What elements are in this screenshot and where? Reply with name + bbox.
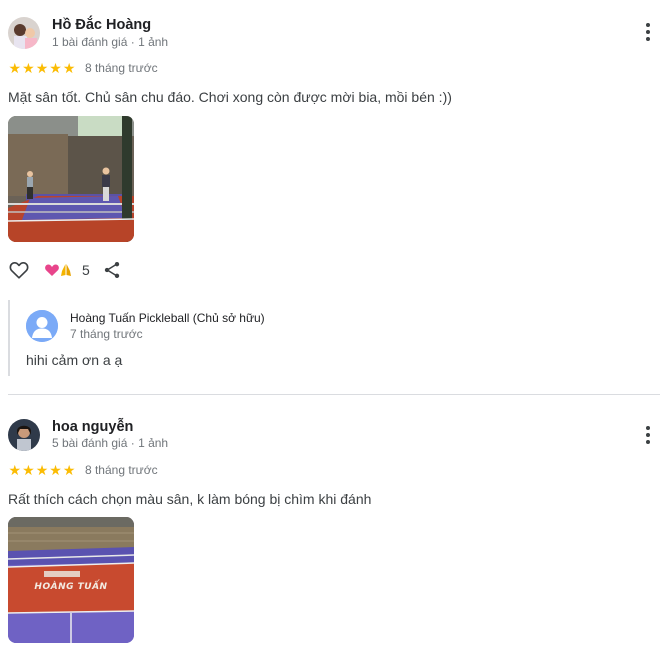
reviewer-name[interactable]: Hồ Đắc Hoàng: [52, 17, 151, 33]
review-time: 8 tháng trước: [84, 463, 158, 477]
like-button[interactable]: [8, 259, 30, 281]
review-card: Hồ Đắc Hoàng 1 bài đánh giá · 1 ảnh ★ ★ …: [0, 0, 665, 390]
more-options-button[interactable]: [640, 23, 656, 43]
star-icon: ★: [62, 462, 76, 478]
review-time: 8 tháng trước: [84, 61, 158, 75]
share-icon: [104, 262, 119, 278]
star-icon: ★: [8, 462, 22, 478]
owner-reply: Hoàng Tuấn Pickleball (Chủ sở hữu) 7 thá…: [8, 300, 608, 376]
more-options-button[interactable]: [640, 426, 656, 446]
review-actions: 5: [8, 258, 122, 282]
star-icon: ★: [22, 462, 35, 478]
star-icon: ★: [62, 60, 76, 76]
star-icon: ★: [22, 60, 35, 76]
share-button[interactable]: [102, 260, 122, 280]
rating-row: ★ ★ ★ ★ ★ 8 tháng trước: [8, 60, 158, 76]
review-photo[interactable]: [8, 116, 134, 242]
review-card: hoa nguyễn 5 bài đánh giá · 1 ảnh ★ ★ ★ …: [0, 400, 665, 650]
reviewer-avatar[interactable]: [8, 17, 40, 49]
reactions-summary[interactable]: 5: [44, 262, 90, 278]
reply-text: hihi cảm ơn a ạ: [26, 352, 123, 368]
reviewer-meta: 1 bài đánh giá · 1 ảnh: [52, 35, 169, 49]
reviewer-name[interactable]: hoa nguyễn: [52, 419, 133, 435]
court-banner-text: HOÀNG TUẤN: [34, 582, 108, 592]
review-text: Mặt sân tốt. Chủ sân chu đáo. Chơi xong …: [8, 89, 452, 105]
pray-react-icon: [61, 264, 71, 276]
more-vert-icon: [646, 23, 650, 27]
reviewer-avatar[interactable]: [8, 419, 40, 451]
star-rating: ★ ★ ★ ★ ★: [8, 61, 76, 75]
review-photo[interactable]: HOÀNG TUẤN: [8, 517, 134, 643]
star-rating: ★ ★ ★ ★ ★: [8, 463, 76, 477]
star-icon: ★: [35, 60, 49, 76]
star-icon: ★: [35, 462, 49, 478]
reaction-count: 5: [82, 262, 90, 278]
reply-time: 7 tháng trước: [70, 327, 143, 341]
star-icon: ★: [49, 60, 62, 76]
heart-outline-icon: [9, 262, 29, 279]
review-text: Rất thích cách chọn màu sân, k làm bóng …: [8, 491, 372, 507]
divider: [8, 394, 660, 395]
reviewer-meta: 5 bài đánh giá · 1 ảnh: [52, 436, 169, 450]
owner-avatar[interactable]: [26, 310, 58, 342]
owner-name[interactable]: Hoàng Tuấn Pickleball (Chủ sở hữu): [70, 311, 265, 325]
star-icon: ★: [8, 60, 22, 76]
star-icon: ★: [49, 462, 62, 478]
rating-row: ★ ★ ★ ★ ★ 8 tháng trước: [8, 462, 158, 478]
more-vert-icon: [646, 426, 650, 430]
person-icon: [26, 310, 58, 342]
